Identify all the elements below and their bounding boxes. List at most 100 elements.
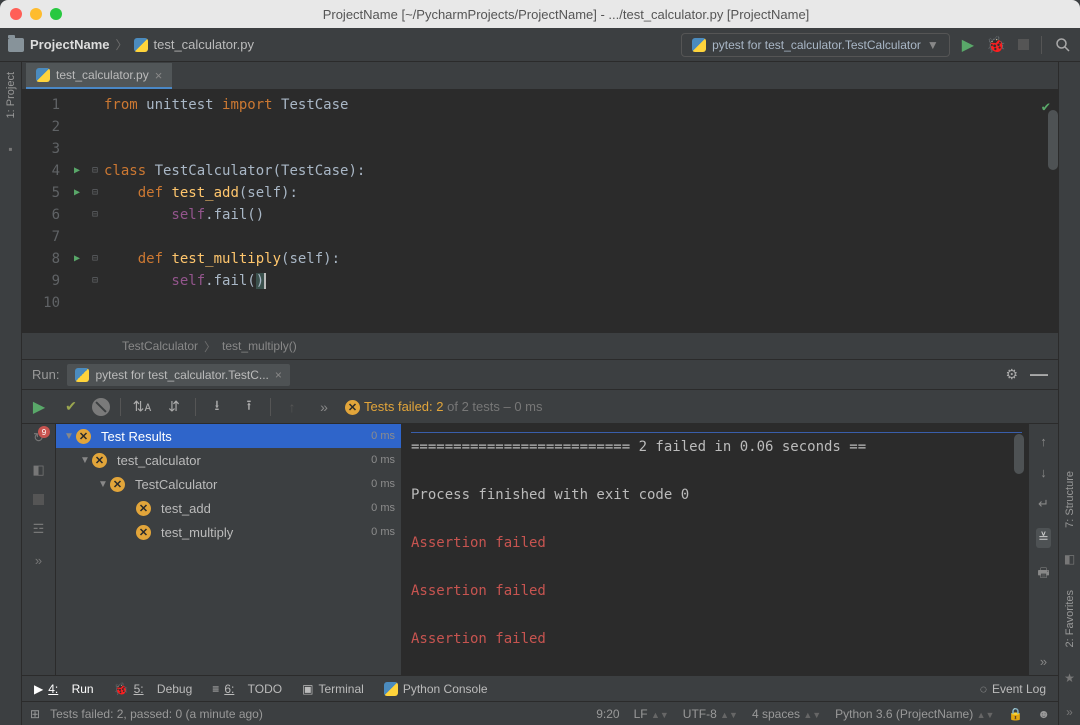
readonly-lock-icon[interactable]: 🔒: [1008, 707, 1023, 721]
test-console[interactable]: ========================== 2 failed in 0…: [401, 424, 1028, 675]
editor-breadcrumb[interactable]: TestCalculator 〉 test_multiply(): [22, 332, 1058, 360]
debug-tool-tab[interactable]: 🐞 5: Debug: [114, 682, 193, 696]
collapse-icon[interactable]: ▼: [78, 455, 92, 466]
crumb-class[interactable]: TestCalculator: [122, 339, 198, 353]
breadcrumb-project[interactable]: ProjectName: [30, 37, 109, 52]
star-icon: ★: [1064, 671, 1075, 685]
scroll-to-end-button[interactable]: ≚: [1036, 528, 1051, 548]
tree-time: 0 ms: [365, 502, 395, 514]
run-tab[interactable]: pytest for test_calculator.TestC... ×: [67, 364, 289, 386]
separator: [120, 398, 121, 416]
run-tool-tab[interactable]: ▶ 4: Run: [34, 682, 94, 696]
stop-button[interactable]: [33, 494, 44, 505]
tree-node[interactable]: ▼ ✕test_calculator 0 ms: [56, 448, 401, 472]
show-ignored-toggle[interactable]: [92, 398, 110, 416]
run-config-selector[interactable]: pytest for test_calculator.TestCalculato…: [681, 33, 950, 57]
tree-leaf[interactable]: ✕test_add 0 ms: [56, 496, 401, 520]
line-ending[interactable]: LF: [634, 707, 648, 721]
divider: [1041, 36, 1042, 54]
fold-icon[interactable]: ⊟: [92, 182, 98, 204]
code-editor[interactable]: 12345678910 ▶ ▶ ▶ ⊟ ⊟ ⊟ ⊟ ⊟ from unittes…: [22, 90, 1058, 332]
show-passed-toggle[interactable]: ✔: [60, 396, 82, 418]
expand-all-button[interactable]: ⭳: [206, 396, 228, 418]
prev-failed-button[interactable]: ↑: [281, 396, 303, 418]
scroll-up-button[interactable]: ↑: [1040, 434, 1047, 449]
inspector-icon[interactable]: ☻: [1037, 707, 1050, 721]
folder-icon: [8, 38, 24, 52]
print-button[interactable]: 🖶: [1037, 564, 1049, 586]
rerun-failed-button[interactable]: ↻9: [33, 430, 44, 446]
window-traffic-lights: [10, 8, 62, 20]
run-toolwindow-header: Run: pytest for test_calculator.TestC...…: [22, 360, 1058, 390]
test-toolbar-row: ▶ ✔ ⇅ᴀ ⇵ ⭳ ⭱ ↑ » ✕Tests failed: 2 of 2 t…: [22, 390, 1058, 424]
fold-icon[interactable]: ⊟: [92, 160, 98, 182]
line-number-gutter: 12345678910: [22, 90, 68, 332]
editor-scrollbar[interactable]: [1048, 110, 1058, 170]
tree-leaf[interactable]: ✕test_multiply 0 ms: [56, 520, 401, 544]
tree-root[interactable]: ▼ ✕Test Results 0 ms: [56, 424, 401, 448]
tree-node[interactable]: ▼ ✕TestCalculator 0 ms: [56, 472, 401, 496]
project-tool-tab[interactable]: 1: Project: [5, 68, 17, 122]
favorites-tool-tab[interactable]: 2: Favorites: [1064, 586, 1076, 651]
status-toggle-icon[interactable]: ⊞: [30, 707, 40, 721]
console-assertion: Assertion failed: [411, 579, 1022, 603]
next-failed-button[interactable]: »: [313, 396, 335, 418]
close-window-icon[interactable]: [10, 8, 22, 20]
scroll-down-button[interactable]: ↓: [1040, 465, 1047, 480]
search-everywhere-button[interactable]: [1054, 36, 1072, 54]
fold-end-icon[interactable]: ⊟: [92, 204, 98, 226]
maximize-window-icon[interactable]: [50, 8, 62, 20]
sdk[interactable]: Python 3.6 (ProjectName): [835, 707, 973, 721]
run-line-icon[interactable]: ▶: [74, 248, 80, 270]
minimize-window-icon[interactable]: [30, 8, 42, 20]
structure-tool-tab[interactable]: 7: Structure: [1064, 467, 1076, 532]
collapse-icon[interactable]: ▼: [96, 479, 110, 490]
editor-tabs: test_calculator.py ×: [22, 62, 1058, 90]
fold-end-icon[interactable]: ⊟: [92, 270, 98, 292]
hide-toolwindow-button[interactable]: —: [1030, 364, 1048, 385]
test-results-tree[interactable]: ▼ ✕Test Results 0 ms ▼ ✕test_calculator …: [56, 424, 401, 675]
layout-button[interactable]: ☲: [33, 521, 45, 537]
more-icon[interactable]: »: [1066, 705, 1073, 719]
more-button[interactable]: »: [1040, 654, 1047, 669]
console-scrollbar[interactable]: [1014, 434, 1024, 474]
todo-tool-tab[interactable]: ≡ 6: TODO: [212, 682, 282, 696]
failed-icon: ✕: [136, 525, 151, 540]
indent[interactable]: 4 spaces: [752, 707, 800, 721]
left-tool-gutter-lower: 7: Structure ◧ 2: Favorites ★ »: [1058, 62, 1080, 725]
run-line-icon[interactable]: ▶: [74, 182, 80, 204]
run-button[interactable]: ▶: [962, 35, 974, 55]
terminal-tool-tab[interactable]: ▣ Terminal: [302, 682, 364, 696]
close-run-tab[interactable]: ×: [275, 368, 282, 382]
code-content[interactable]: from unittest import TestCase class Test…: [104, 90, 1058, 332]
soft-wrap-button[interactable]: ↵: [1038, 496, 1049, 512]
encoding[interactable]: UTF-8: [683, 707, 717, 721]
toggle-autotest-button[interactable]: ◧: [32, 462, 44, 478]
stop-button[interactable]: [1018, 39, 1029, 50]
close-tab-button[interactable]: ×: [155, 68, 163, 83]
crumb-method[interactable]: test_multiply(): [222, 339, 297, 353]
event-log-tab[interactable]: ◌ Event Log: [980, 682, 1046, 696]
collapse-icon[interactable]: ▼: [62, 431, 76, 442]
run-label: Run:: [32, 367, 59, 382]
caret-position[interactable]: 9:20: [596, 707, 619, 721]
tree-time: 0 ms: [365, 526, 395, 538]
breadcrumb-file[interactable]: test_calculator.py: [154, 37, 254, 52]
console-line: Process finished with exit code 0: [411, 483, 1022, 507]
editor-tab-label: test_calculator.py: [56, 68, 149, 82]
fold-icon[interactable]: ⊟: [92, 248, 98, 270]
chevron-right-icon: 〉: [204, 338, 216, 355]
run-line-icon[interactable]: ▶: [74, 160, 80, 182]
more-button[interactable]: »: [35, 553, 42, 568]
editor-tab[interactable]: test_calculator.py ×: [26, 63, 172, 89]
python-file-icon: [134, 38, 148, 52]
settings-icon[interactable]: ⚙: [1005, 366, 1018, 383]
python-console-tool-tab[interactable]: Python Console: [384, 682, 488, 696]
sort-duration-button[interactable]: ⇵: [163, 396, 185, 418]
run-config-label: pytest for test_calculator.TestCalculato…: [712, 38, 921, 52]
collapse-all-button[interactable]: ⭱: [238, 396, 260, 418]
debug-button[interactable]: 🐞: [986, 35, 1006, 55]
python-file-icon: [36, 68, 50, 82]
rerun-button[interactable]: ▶: [33, 397, 45, 417]
sort-alpha-button[interactable]: ⇅ᴀ: [131, 396, 153, 418]
